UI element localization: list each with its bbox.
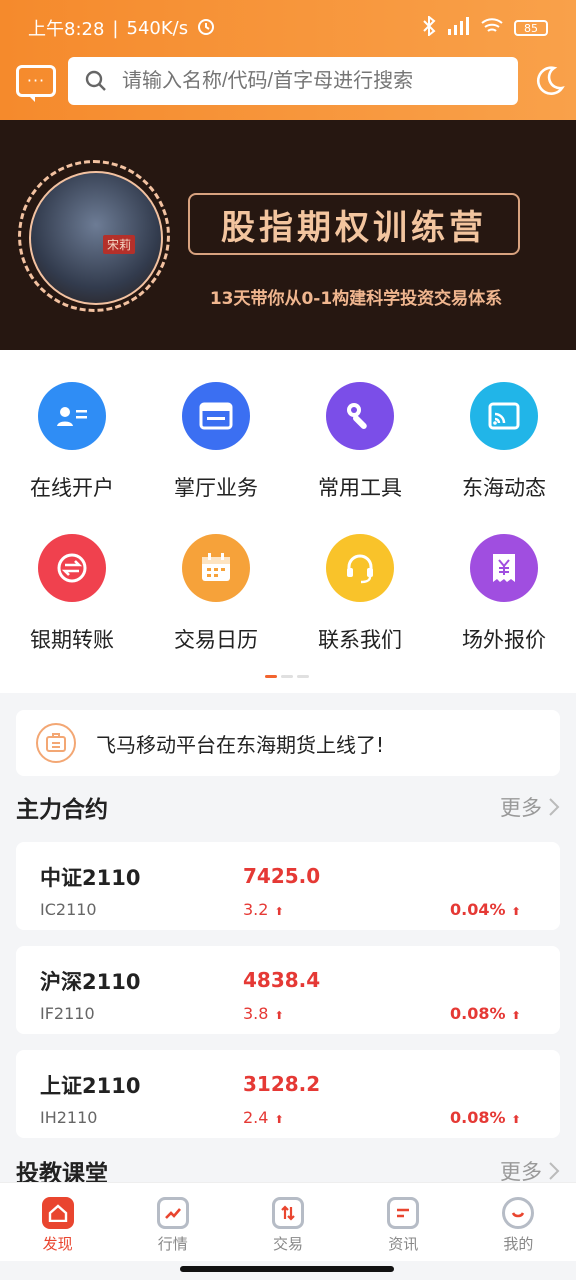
window-icon (182, 382, 250, 450)
news-icon (387, 1197, 420, 1229)
arrow-up-icon: ⬆ (511, 1113, 521, 1126)
contract-code: IH2110 (40, 1108, 98, 1127)
contract-name: 沪深2110 (40, 970, 141, 994)
menu-hall-business[interactable]: 掌厅业务 (144, 382, 288, 502)
contract-name: 上证2110 (40, 1074, 141, 1098)
trend-icon (156, 1197, 189, 1229)
night-mode-icon[interactable] (532, 64, 566, 98)
status-time: 上午8:28 (28, 19, 105, 40)
presenter-photo: 宋莉 (18, 160, 170, 312)
tab-news[interactable]: 资讯 (346, 1183, 461, 1261)
contract-change: 3.2 ⬆ (243, 900, 284, 919)
contract-price: 7425.0 (243, 864, 321, 888)
menu-label: 东海动态 (462, 476, 546, 500)
contract-name: 中证2110 (40, 866, 141, 890)
top-bar: ··· (0, 56, 576, 106)
home-icon (41, 1197, 74, 1229)
headset-icon (326, 534, 394, 602)
arrow-up-icon: ⬆ (274, 1113, 284, 1126)
arrow-up-icon: ⬆ (511, 1009, 521, 1022)
wifi-icon (480, 17, 504, 40)
trade-icon (272, 1197, 304, 1229)
bluetooth-icon (422, 14, 436, 41)
exchange-icon (38, 534, 106, 602)
message-icon: ··· (26, 71, 46, 90)
tab-label: 发现 (42, 1235, 73, 1253)
bottom-tab-bar: 发现 行情 交易 资讯 我的 (0, 1182, 576, 1261)
id-card-icon (38, 382, 106, 450)
search-input[interactable] (120, 68, 504, 94)
contract-card[interactable]: 中证2110 IC2110 7425.0 3.2 ⬆ 0.04% ⬆ (16, 842, 560, 930)
menu-bank-transfer[interactable]: 银期转账 (0, 534, 144, 654)
contract-change: 2.4 ⬆ (243, 1108, 284, 1127)
contract-percent: 0.04% ⬆ (450, 900, 521, 919)
menu-contact-us[interactable]: 联系我们 (288, 534, 432, 654)
tab-label: 行情 (157, 1235, 188, 1253)
tab-label: 资讯 (388, 1235, 419, 1253)
menu-label: 常用工具 (318, 476, 402, 500)
menu-label: 银期转账 (30, 628, 114, 652)
menu-online-account[interactable]: 在线开户 (0, 382, 144, 502)
announcement-bar[interactable]: 飞马移动平台在东海期货上线了! (16, 710, 560, 776)
contract-percent: 0.08% ⬆ (450, 1108, 521, 1127)
contracts-header: 主力合约 更多 (16, 790, 560, 824)
menu-common-tools[interactable]: 常用工具 (288, 382, 432, 502)
chevron-right-icon (549, 1162, 560, 1180)
battery-icon: 85 (514, 20, 548, 36)
profile-icon (502, 1197, 535, 1229)
quick-menu-row-2: 银期转账 交易日历 联系我们 场外报价 (0, 534, 576, 654)
quick-menu-row-1: 在线开户 掌厅业务 常用工具 东海动态 (0, 382, 576, 502)
status-bar: 上午8:28 | 540K/s 85 (28, 14, 548, 42)
contract-code: IC2110 (40, 900, 97, 919)
contract-price: 4838.4 (243, 968, 321, 992)
menu-label: 掌厅业务 (174, 476, 258, 500)
search-icon (85, 70, 106, 91)
menu-trading-calendar[interactable]: 交易日历 (144, 534, 288, 654)
tab-label: 我的 (503, 1235, 534, 1253)
menu-label: 在线开户 (30, 476, 114, 500)
tab-profile[interactable]: 我的 (461, 1183, 576, 1261)
tab-trade[interactable]: 交易 (230, 1183, 345, 1261)
network-speed: 540K/s (126, 17, 189, 39)
signal-icon (446, 16, 470, 40)
tab-market[interactable]: 行情 (115, 1183, 230, 1261)
presenter-name: 宋莉 (103, 235, 136, 254)
contract-change: 3.8 ⬆ (243, 1004, 284, 1023)
header: 上午8:28 | 540K/s 85 ··· (0, 0, 576, 120)
contract-percent: 0.08% ⬆ (450, 1004, 521, 1023)
menu-label: 联系我们 (318, 628, 402, 652)
arrow-up-icon: ⬆ (274, 1009, 284, 1022)
tab-label: 交易 (273, 1235, 304, 1253)
tab-discover[interactable]: 发现 (0, 1183, 115, 1261)
arrow-up-icon: ⬆ (511, 905, 521, 918)
banner-subtitle: 13天带你从0-1构建科学投资交易体系 (209, 289, 503, 309)
yuan-receipt-icon (470, 534, 538, 602)
home-indicator[interactable] (180, 1266, 394, 1272)
chevron-right-icon (549, 798, 560, 816)
cast-icon (470, 382, 538, 450)
message-button[interactable]: ··· (16, 65, 56, 102)
quick-menu: 在线开户 掌厅业务 常用工具 东海动态 银期转账 交易日历 联系我们 场外报价 (0, 350, 576, 693)
page-indicator (265, 675, 309, 678)
section-title: 主力合约 (16, 797, 108, 823)
banner-title: 股指期权训练营 (188, 193, 520, 255)
menu-donghai-news[interactable]: 东海动态 (432, 382, 576, 502)
menu-otc-quote[interactable]: 场外报价 (432, 534, 576, 654)
menu-label: 场外报价 (462, 628, 546, 652)
contract-price: 3128.2 (243, 1072, 321, 1096)
contract-code: IF2110 (40, 1004, 95, 1023)
promo-banner[interactable]: 宋莉 股指期权训练营 13天带你从0-1构建科学投资交易体系 (0, 120, 576, 350)
menu-label: 交易日历 (174, 628, 258, 652)
contract-card[interactable]: 沪深2110 IF2110 4838.4 3.8 ⬆ 0.08% ⬆ (16, 946, 560, 1034)
contract-card[interactable]: 上证2110 IH2110 3128.2 2.4 ⬆ 0.08% ⬆ (16, 1050, 560, 1138)
calendar-icon (182, 534, 250, 602)
alarm-icon (196, 16, 216, 41)
arrow-up-icon: ⬆ (274, 905, 284, 918)
announcement-text: 飞马移动平台在东海期货上线了! (96, 732, 385, 757)
notice-icon (36, 723, 76, 763)
wrench-icon (326, 382, 394, 450)
more-label: 更多 (500, 796, 542, 820)
more-link[interactable]: 更多 (500, 792, 560, 822)
search-bar[interactable] (68, 57, 518, 105)
